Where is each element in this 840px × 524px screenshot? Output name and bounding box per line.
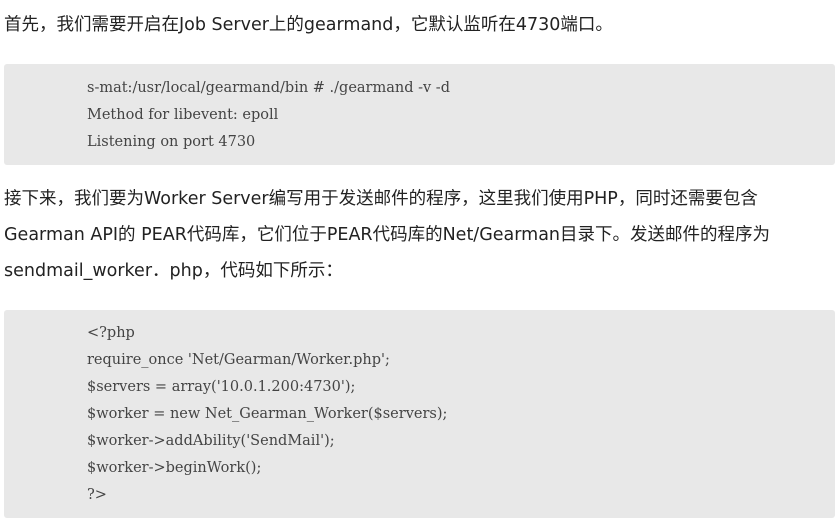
code-line: ?> [87, 487, 107, 503]
code-line: s-mat:/usr/local/gearmand/bin # ./gearma… [87, 80, 450, 96]
code-line: $servers = array('10.0.1.200:4730'); [87, 379, 356, 395]
code-line: $worker->beginWork(); [87, 460, 262, 476]
code-line: <?php [87, 325, 135, 341]
code-block-gearmand: s-mat:/usr/local/gearmand/bin # ./gearma… [4, 64, 835, 165]
worker-paragraph-line-2: Gearman API的 PEAR代码库，它们位于PEAR代码库的Net/Gea… [4, 225, 771, 245]
code-line: $worker = new Net_Gearman_Worker($server… [87, 406, 448, 422]
code-line: $worker->addAbility('SendMail'); [87, 433, 335, 449]
code-line: Method for libevent: epoll [87, 107, 279, 123]
intro-paragraph: 首先，我们需要开启在Job Server上的gearmand，它默认监听在473… [4, 15, 613, 35]
worker-paragraph-line-3: sendmail_worker．php，代码如下所示： [4, 261, 343, 281]
worker-paragraph-line-1: 接下来，我们要为Worker Server编写用于发送邮件的程序，这里我们使用P… [4, 189, 758, 209]
code-line: Listening on port 4730 [87, 134, 256, 150]
code-line: require_once 'Net/Gearman/Worker.php'; [87, 352, 390, 368]
code-block-worker-php: <?php require_once 'Net/Gearman/Worker.p… [4, 310, 835, 518]
